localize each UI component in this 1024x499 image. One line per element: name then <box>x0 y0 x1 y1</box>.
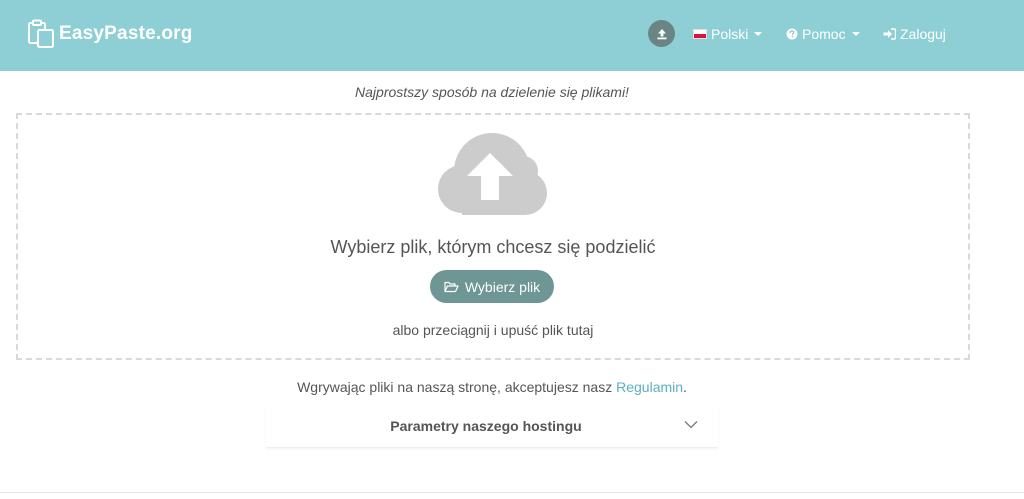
choose-file-title: Wybierz plik, którym chcesz się podzieli… <box>330 237 656 257</box>
brand-name: EasyPaste.org <box>59 23 193 44</box>
language-label: Polski <box>711 26 749 42</box>
navbar: EasyPaste.org Polski Pomoc Zaloguj <box>0 0 1024 71</box>
choose-file-label: Wybierz plik <box>464 278 541 295</box>
sign-in-icon <box>883 28 896 40</box>
drag-drop-hint: albo przeciągnij i upuść plik tutaj <box>392 322 594 338</box>
login-label: Zaloguj <box>900 26 946 42</box>
chevron-down-icon <box>754 32 763 36</box>
chevron-down-icon <box>851 32 860 36</box>
brand-link[interactable]: EasyPaste.org <box>27 19 193 49</box>
tagline: Najprostszy sposób na dzielenie się plik… <box>355 84 629 100</box>
terms-text: Wgrywając pliki na naszą stronę, akceptu… <box>297 379 613 395</box>
help-dropdown[interactable]: Pomoc <box>786 25 860 43</box>
clipboard-logo-icon <box>28 19 54 48</box>
help-label: Pomoc <box>802 26 846 42</box>
upload-button[interactable] <box>648 20 675 47</box>
folder-open-icon <box>444 281 459 292</box>
language-dropdown[interactable]: Polski <box>693 25 763 43</box>
file-dropzone[interactable]: Wybierz plik, którym chcesz się podzieli… <box>16 113 970 360</box>
flag-pl-icon <box>693 29 707 39</box>
login-link[interactable]: Zaloguj <box>883 25 946 43</box>
question-circle-icon <box>786 28 798 40</box>
hosting-parameters-title: Parametry naszego hostingu <box>390 418 582 434</box>
choose-file-button[interactable]: Wybierz plik <box>430 270 554 303</box>
footer-divider <box>0 492 1024 493</box>
upload-icon <box>657 28 666 39</box>
terms-notice: Wgrywając pliki na naszą stronę, akceptu… <box>0 379 984 395</box>
chevron-down-icon <box>684 421 698 429</box>
hosting-parameters-accordion[interactable]: Parametry naszego hostingu <box>266 405 718 448</box>
cloud-upload-icon <box>438 133 547 215</box>
terms-suffix: . <box>683 379 687 395</box>
terms-link[interactable]: Regulamin <box>616 379 683 395</box>
